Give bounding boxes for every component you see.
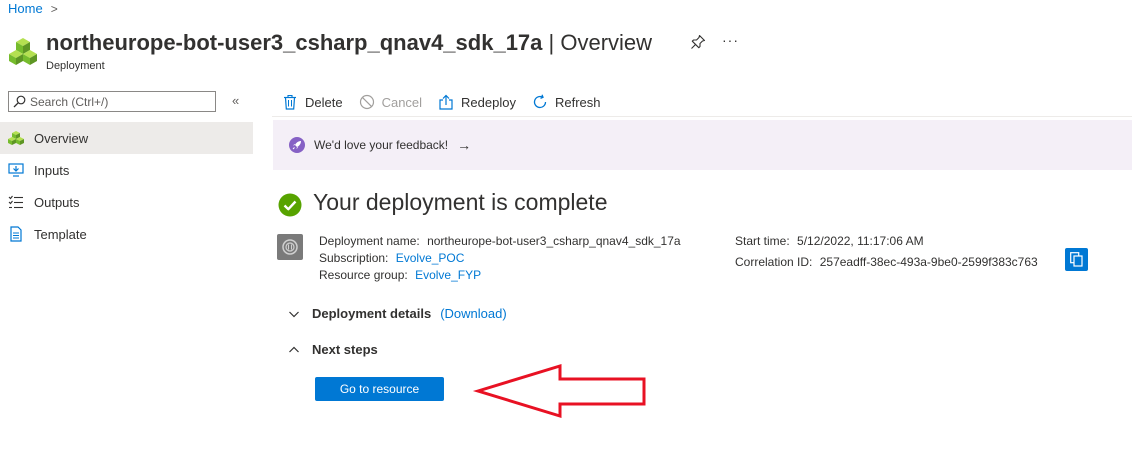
chevron-down-icon [289,311,299,317]
more-options-button[interactable]: ··· [722,32,739,48]
start-time-label: Start time: [735,234,790,248]
resource-name: northeurope-bot-user3_csharp_qnav4_sdk_1… [46,30,543,55]
search-input[interactable]: Search (Ctrl+/) [8,91,216,112]
upload-icon [439,94,453,110]
go-to-resource-button[interactable]: Go to resource [315,377,444,401]
deployment-name-row: Deployment name: northeurope-bot-user3_c… [319,233,681,250]
next-steps-section[interactable]: Next steps [288,342,378,357]
deployment-name-value: northeurope-bot-user3_csharp_qnav4_sdk_1… [427,234,681,248]
cancel-icon [359,94,374,110]
resource-group-label: Resource group: [319,268,408,282]
page-title: northeurope-bot-user3_csharp_qnav4_sdk_1… [46,30,652,56]
command-toolbar: Delete Cancel Redeploy Refresh [282,92,617,112]
redeploy-label: Redeploy [461,94,516,110]
deployment-icon [277,234,303,260]
sidebar-item-overview[interactable]: Overview [0,122,253,154]
resource-group-row: Resource group: Evolve_FYP [319,267,481,284]
breadcrumb: Home > [8,1,58,16]
search-icon [13,95,26,108]
next-steps-label: Next steps [312,342,378,357]
resource-type-label: Deployment [46,60,105,72]
template-icon [10,226,22,242]
deployment-details-label: Deployment details [312,306,432,321]
redeploy-button[interactable]: Redeploy [438,94,516,110]
chevron-up-icon [289,346,299,352]
sidebar-item-outputs[interactable]: Outputs [0,186,253,218]
breadcrumb-home-link[interactable]: Home [8,1,43,16]
copy-button[interactable] [1065,248,1088,271]
sidebar-item-label: Inputs [34,162,70,178]
outputs-icon [8,195,23,209]
download-link[interactable]: (Download) [440,306,506,321]
sidebar-item-template[interactable]: Template [0,218,253,250]
search-placeholder: Search (Ctrl+/) [30,94,109,109]
sidebar-item-inputs[interactable]: Inputs [0,154,253,186]
start-time-value: 5/12/2022, 11:17:06 AM [797,234,924,248]
sidebar-item-label: Overview [34,130,89,146]
deployment-details-section[interactable]: Deployment details (Download) [288,306,507,321]
subscription-row: Subscription: Evolve_POC [319,250,464,267]
cancel-label: Cancel [381,94,423,110]
feedback-text: We'd love your feedback! [314,138,449,152]
success-check-icon [278,193,302,217]
start-time-row: Start time: 5/12/2022, 11:17:06 AM [735,233,924,250]
resource-group-link[interactable]: Evolve_FYP [415,268,481,282]
feedback-banner[interactable]: We'd love your feedback! → [273,120,1132,170]
collapse-sidebar-button[interactable]: « [232,93,239,108]
pin-icon[interactable] [690,34,706,50]
copy-icon [1070,252,1083,267]
inputs-icon [8,163,24,177]
refresh-button[interactable]: Refresh [532,94,601,110]
deployment-status-title: Your deployment is complete [313,189,608,215]
deployment-cubes-icon [9,38,37,65]
refresh-label: Refresh [554,94,601,110]
correlation-id-row: Correlation ID: 257eadff-38ec-493a-9be0-… [735,254,1038,271]
deployment-name-label: Deployment name: [319,234,420,248]
annotation-arrow-icon [472,363,646,419]
chevron-right-icon: > [50,1,58,16]
deployment-cubes-icon [8,131,24,145]
page-title-suffix: | Overview [542,30,653,55]
rocket-icon [289,137,305,153]
subscription-label: Subscription: [319,251,389,265]
sidebar-item-label: Template [34,226,87,242]
arrow-right-icon: → [457,137,472,153]
sidebar-item-label: Outputs [34,194,80,210]
trash-icon [284,94,296,110]
refresh-icon [533,94,547,109]
correlation-id-label: Correlation ID: [735,255,813,269]
delete-label: Delete [305,94,343,110]
cancel-button[interactable]: Cancel [359,94,422,110]
correlation-id-value: 257eadff-38ec-493a-9be0-2599f383c763 [819,255,1038,269]
subscription-link[interactable]: Evolve_POC [396,251,465,265]
toolbar-divider [272,116,1132,117]
delete-button[interactable]: Delete [282,94,343,110]
